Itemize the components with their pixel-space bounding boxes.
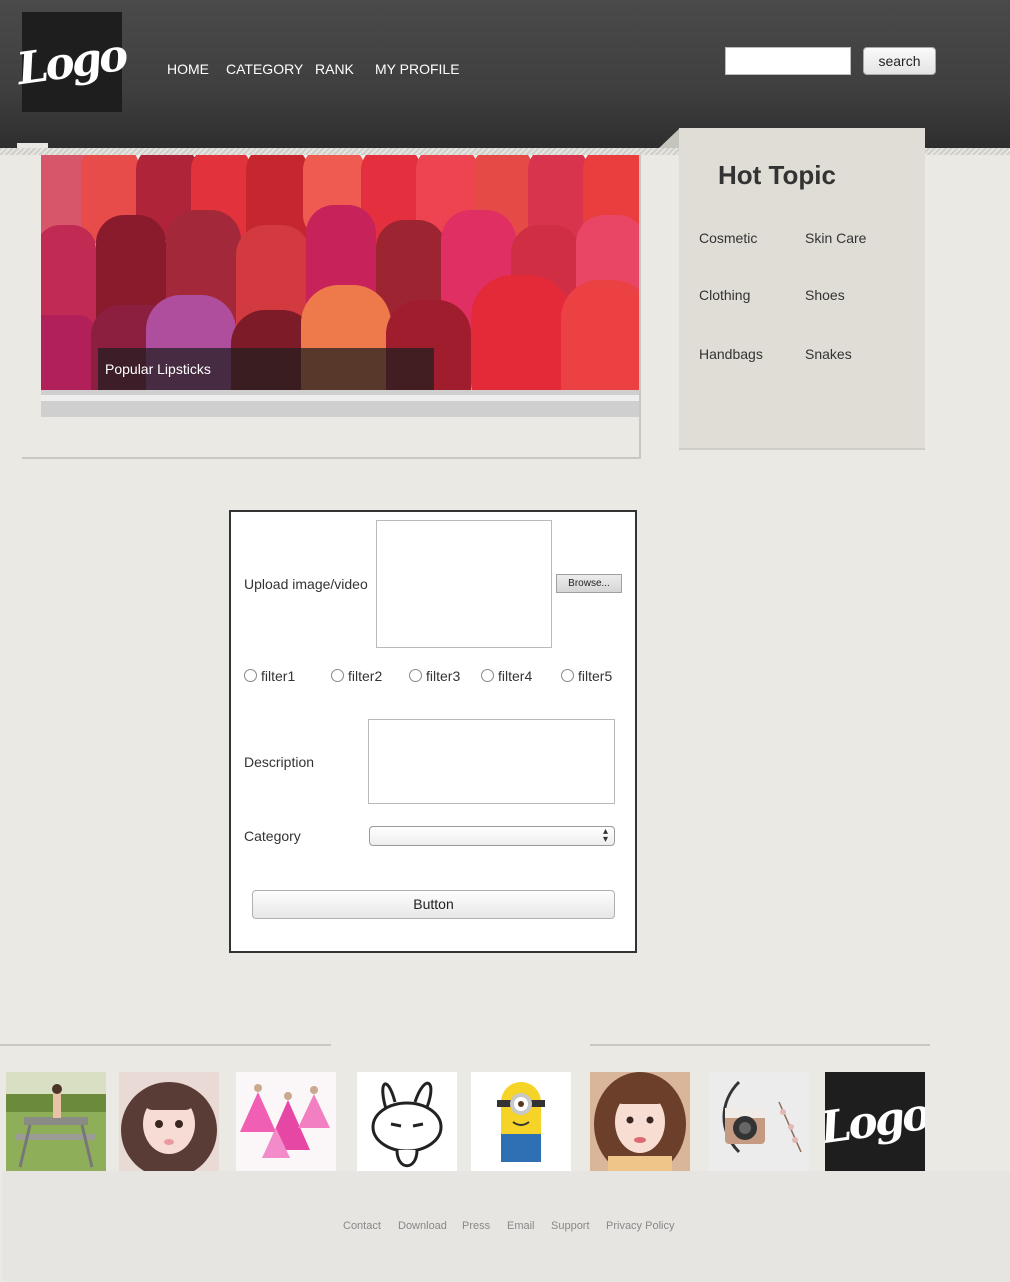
thumb-minion-cartoon[interactable] bbox=[471, 1072, 571, 1171]
topic-cosmetic[interactable]: Cosmetic bbox=[699, 230, 757, 246]
topic-handbags[interactable]: Handbags bbox=[699, 346, 763, 362]
filter2-radio[interactable] bbox=[331, 669, 344, 682]
footer-download[interactable]: Download bbox=[398, 1220, 447, 1232]
nav-category[interactable]: CATEGORY bbox=[226, 61, 303, 77]
upload-preview-box[interactable] bbox=[376, 520, 552, 648]
filter2-label: filter2 bbox=[348, 668, 383, 684]
filter3-label: filter3 bbox=[426, 668, 461, 684]
gallery-rule-left bbox=[0, 1044, 331, 1046]
nav-my-profile[interactable]: MY PROFILE bbox=[375, 61, 460, 77]
footer-support[interactable]: Support bbox=[551, 1220, 590, 1232]
description-textarea[interactable] bbox=[368, 719, 615, 804]
topic-clothing[interactable]: Clothing bbox=[699, 287, 750, 303]
thumb-logo-text: Logo bbox=[825, 1088, 925, 1155]
site-footer: Contact Download Press Email Support Pri… bbox=[2, 1171, 1010, 1282]
topic-snakes[interactable]: Snakes bbox=[805, 346, 852, 362]
description-label: Description bbox=[244, 754, 315, 770]
thumb-girl-selfie[interactable] bbox=[590, 1072, 690, 1171]
gallery-rule-right bbox=[590, 1044, 930, 1046]
logo-text: Logo bbox=[14, 29, 129, 95]
topic-shoes[interactable]: Shoes bbox=[805, 287, 845, 303]
category-select[interactable]: ▴ ▾ bbox=[369, 826, 615, 846]
footer-press[interactable]: Press bbox=[462, 1220, 490, 1232]
sidebar-corner bbox=[659, 128, 680, 148]
logo[interactable]: Logo bbox=[14, 12, 129, 112]
filter1-label: filter1 bbox=[261, 668, 296, 684]
browse-button[interactable]: Browse... bbox=[556, 574, 622, 593]
filter5-radio[interactable] bbox=[561, 669, 574, 682]
filter4-radio[interactable] bbox=[481, 669, 494, 682]
filter3-radio[interactable] bbox=[409, 669, 422, 682]
thumb-girl-portrait[interactable] bbox=[119, 1072, 219, 1171]
upload-form: Upload image/video Browse... filter1 fil… bbox=[229, 510, 637, 953]
search-button[interactable]: search bbox=[863, 47, 936, 75]
thumb-logo[interactable]: Logo bbox=[825, 1072, 925, 1171]
thumb-rabbit-cartoon[interactable] bbox=[357, 1072, 457, 1171]
nav-home[interactable]: HOME bbox=[167, 61, 209, 77]
filter5-label: filter5 bbox=[578, 668, 613, 684]
footer-privacy-policy[interactable]: Privacy Policy bbox=[606, 1220, 674, 1232]
upload-label: Upload image/video bbox=[244, 576, 368, 592]
filter1-radio[interactable] bbox=[244, 669, 257, 682]
nav-rank[interactable]: RANK bbox=[315, 61, 354, 77]
category-label: Category bbox=[244, 828, 301, 844]
footer-email[interactable]: Email bbox=[507, 1220, 535, 1232]
filter4-label: filter4 bbox=[498, 668, 533, 684]
footer-contact[interactable]: Contact bbox=[343, 1220, 381, 1232]
topic-skin-care[interactable]: Skin Care bbox=[805, 230, 866, 246]
hot-topic-title: Hot Topic bbox=[718, 160, 836, 190]
thumb-park-photo[interactable] bbox=[6, 1072, 106, 1171]
thumb-camera-flatlay[interactable] bbox=[709, 1072, 809, 1171]
site-header: Logo HOME CATEGORY RANK MY PROFILE searc… bbox=[0, 0, 1010, 148]
select-updown-icon: ▴ ▾ bbox=[602, 826, 608, 845]
submit-button[interactable]: Button bbox=[252, 890, 615, 919]
search-input[interactable] bbox=[725, 47, 851, 75]
hot-topic-panel: Hot Topic Cosmetic Skin Care Clothing Sh… bbox=[679, 128, 925, 450]
thumb-pink-dress-art[interactable] bbox=[236, 1072, 336, 1171]
hero-caption[interactable]: Popular Lipsticks bbox=[98, 348, 434, 390]
